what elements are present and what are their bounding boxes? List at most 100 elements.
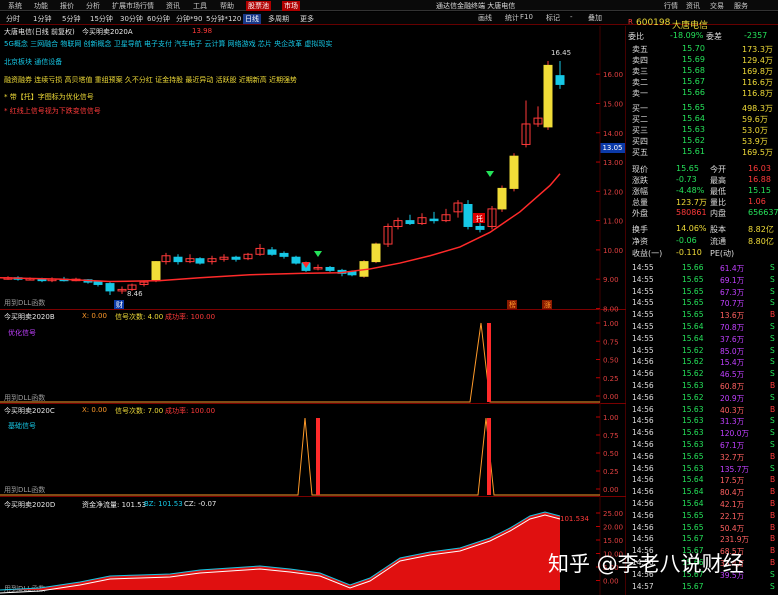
trade-side: S [770, 428, 775, 438]
trade-time: 14:56 [632, 451, 654, 461]
price-tick-label: 8.00 [603, 305, 619, 313]
trade-volume: 22.1万 [720, 511, 745, 521]
ask-price: 15.66 [682, 88, 705, 97]
panel-c-signal-bar-1 [316, 418, 320, 495]
trade-volume: 80.4万 [720, 488, 745, 498]
chart-canvas: 16.00 15.00 14.00 13.00 12.00 11.00 10.00 9.00 8… [0, 26, 626, 595]
trade-time: 14:56 [632, 499, 654, 508]
bid-row: 买五 15.61 169.5万 [626, 147, 778, 158]
menu-news-right[interactable]: 资讯 [686, 1, 700, 11]
candle-body [93, 281, 103, 285]
trade-time: 14:56 [632, 357, 654, 367]
ask-label: 卖三 [632, 67, 648, 76]
trade-time: 14:56 [632, 416, 654, 426]
trade-price: 15.65 [682, 510, 704, 520]
bid-volume: 59.6万 [742, 115, 768, 124]
trade-side: S [770, 345, 775, 355]
candle-body [325, 266, 335, 271]
trade-volume: 70.8万 [720, 323, 745, 332]
candle-body [543, 64, 553, 128]
stat-label-2: 内盘 [710, 209, 726, 218]
bid-volume: 53.9万 [742, 137, 768, 146]
ask-volume: 116.8万 [742, 89, 773, 98]
stat2-row: 净资 -0.06 流通 8.80亿 [626, 236, 778, 247]
stat-value: 123.7万 [676, 198, 707, 207]
trade-side: S [770, 263, 775, 272]
bid-label: 买三 [632, 126, 648, 135]
trade-time: 14:56 [632, 522, 654, 532]
trade-row: 14:55 15.65 13.6万 B [626, 310, 778, 320]
trade-time: 14:56 [632, 475, 654, 485]
trade-price: 15.63 [682, 404, 704, 414]
trade-price: 15.65 [682, 286, 704, 296]
bid-price: 15.65 [682, 103, 705, 112]
trade-price: 15.62 [682, 345, 704, 355]
candle-body [173, 256, 183, 263]
bid-row: 买四 15.62 53.9万 [626, 136, 778, 147]
ask-label: 卖二 [632, 78, 648, 87]
candle-body [195, 258, 205, 264]
stat-value: -0.73 [676, 175, 697, 184]
menu-service[interactable]: 服务 [734, 1, 748, 11]
r-badge-icon: R [628, 18, 633, 26]
signal-triangle-icon-3 [486, 171, 494, 177]
trade-time: 14:55 [632, 345, 654, 355]
stat2-value: 14.06% [676, 224, 707, 233]
price-tick-label: 13.00 [603, 159, 623, 167]
price-tick-label: 14.00 [603, 130, 623, 138]
ask-price: 15.70 [682, 44, 705, 53]
menu-trade[interactable]: 交易 [710, 1, 724, 11]
trade-volume: 231.9万 [720, 535, 749, 545]
price-tick-label: 11.00 [603, 218, 623, 226]
trade-side: S [770, 369, 775, 379]
trade-time: 14:55 [632, 286, 654, 296]
trade-time: 14:56 [632, 487, 654, 497]
trade-price: 15.62 [682, 369, 704, 379]
trade-time: 14:56 [632, 392, 654, 402]
trade-row: 14:56 15.63 60.8万 B [626, 381, 778, 391]
trade-volume: 67.3万 [720, 287, 745, 297]
ask-volume: 116.6万 [742, 78, 773, 87]
trade-price: 15.63 [682, 416, 704, 426]
bid-price: 15.61 [682, 147, 705, 156]
price-tick-label: 9.00 [603, 276, 619, 284]
candle-body [405, 220, 415, 225]
trade-time: 14:55 [632, 298, 654, 308]
menu-quote-right[interactable]: 行情 [664, 1, 678, 11]
ask-price: 15.68 [682, 66, 705, 75]
trade-time: 14:55 [632, 333, 654, 343]
price-tick-label: 10.00 [603, 247, 623, 255]
panel-c-tick-label: 1.00 [603, 414, 619, 422]
candle-body [151, 261, 161, 282]
tuo-label: 托 [476, 214, 483, 223]
ask-volume: 173.3万 [742, 45, 773, 54]
stat-value-2: 15.15 [748, 186, 771, 195]
ask-price: 15.69 [682, 55, 705, 64]
stat2-label: 净资 [632, 237, 648, 246]
stock-name: 大唐电信 [672, 21, 709, 31]
trade-volume: 13.6万 [720, 311, 745, 321]
ask-volume: 129.4万 [742, 56, 773, 65]
panel-c-signal-bar-2 [487, 418, 491, 495]
weibi-label: 委比 [628, 32, 644, 41]
panel-d-tick-label: 20.00 [603, 524, 623, 532]
trade-side: S [770, 322, 775, 331]
trade-price: 15.63 [682, 381, 704, 390]
bid-row: 买二 15.64 59.6万 [626, 114, 778, 125]
trade-side: S [770, 274, 775, 284]
trade-price: 15.64 [682, 487, 704, 497]
trade-price: 15.65 [682, 274, 704, 284]
weibi-value: -18.09% [670, 31, 704, 40]
stat-value-2: 1.06 [748, 197, 766, 206]
trade-price: 15.63 [682, 463, 704, 473]
trade-side: S [770, 416, 775, 426]
trade-volume: 60.8万 [720, 382, 745, 391]
stock-code: 600198 [636, 18, 671, 28]
trade-time: 14:56 [632, 404, 654, 414]
stat-value-2: 16.03 [748, 164, 771, 173]
trade-time: 14:56 [632, 510, 654, 520]
stat-value-2: 16.88 [748, 175, 771, 184]
stat-label: 现价 [632, 165, 648, 174]
trade-row: 14:56 15.64 17.5万 B [626, 475, 778, 485]
trade-row: 14:56 15.67 231.9万 B [626, 534, 778, 544]
